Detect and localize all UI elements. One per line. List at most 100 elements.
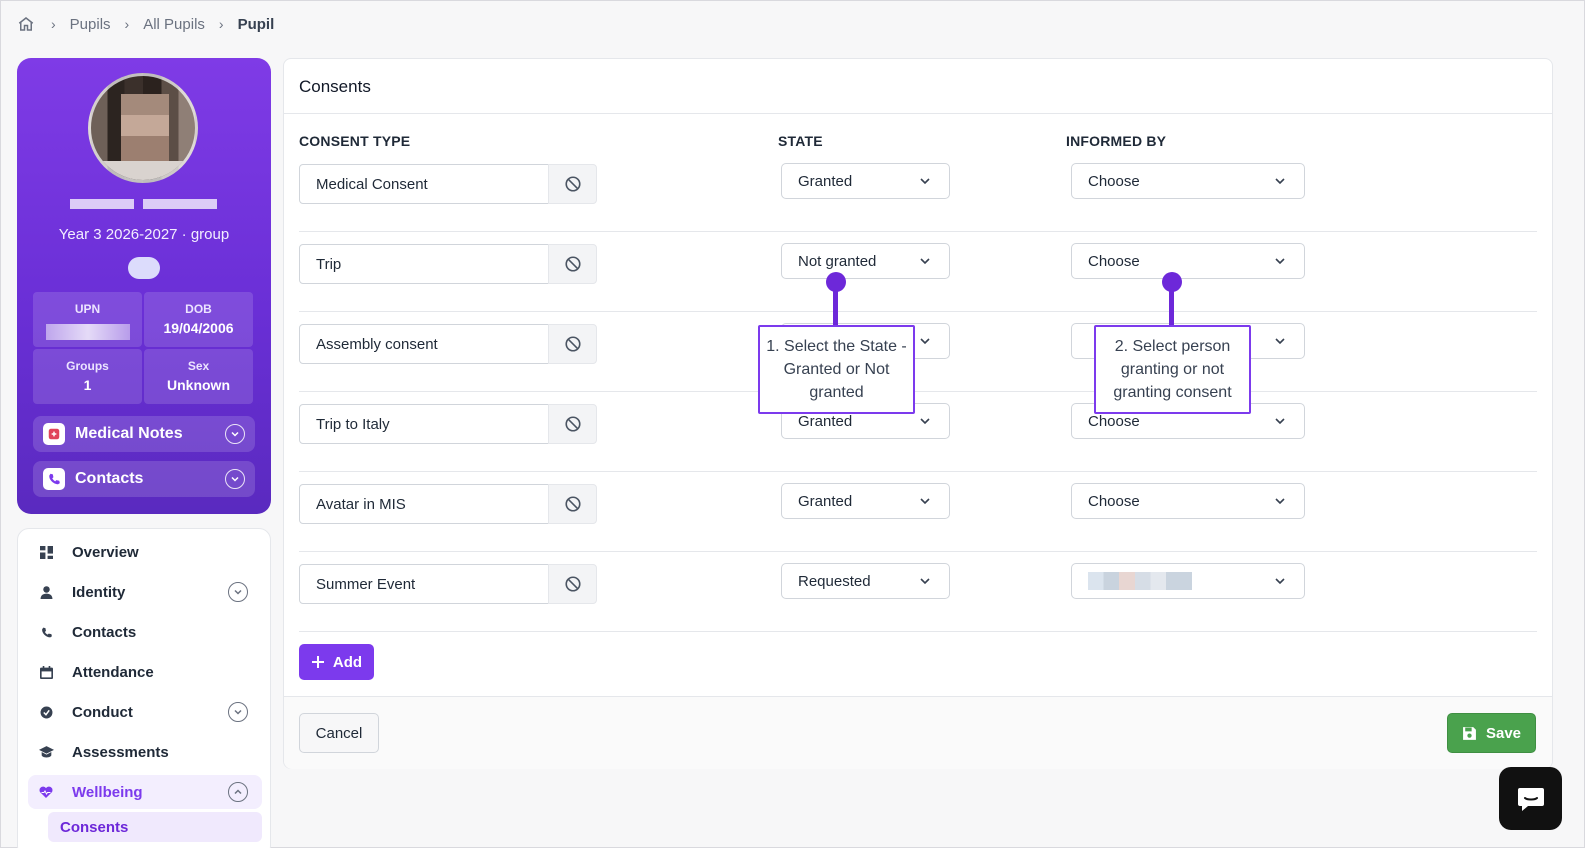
- divider: [299, 471, 1537, 472]
- sex-cell: Sex Unknown: [144, 349, 253, 404]
- state-select[interactable]: Requested: [781, 563, 950, 599]
- chevron-down-icon: [1275, 178, 1285, 185]
- calendar-icon: [38, 664, 54, 680]
- chevron-down-icon: [1275, 258, 1285, 265]
- nav-item-identity[interactable]: Identity: [28, 575, 262, 609]
- informed-by-select[interactable]: [1071, 563, 1305, 599]
- plus-icon: [311, 656, 324, 668]
- avatar: [88, 73, 198, 183]
- nav-subitem-consents[interactable]: Consents: [48, 812, 262, 842]
- pupil-name-redacted: [70, 199, 218, 213]
- contacts-accordion[interactable]: Contacts: [33, 461, 255, 497]
- user-icon: [38, 584, 54, 600]
- ban-icon[interactable]: [548, 404, 597, 444]
- heart-pulse-icon: [38, 784, 54, 800]
- medical-notes-accordion[interactable]: Medical Notes: [33, 416, 255, 452]
- consent-type-field[interactable]: Medical Consent: [299, 164, 549, 204]
- informed-by-select[interactable]: Choose: [1071, 163, 1305, 199]
- chevron-down-icon[interactable]: [225, 469, 245, 489]
- chevron-down-icon[interactable]: [225, 424, 245, 444]
- chevron-down-icon[interactable]: [228, 582, 248, 602]
- phone-icon: [38, 624, 54, 640]
- chevron-right-icon: ›: [218, 16, 224, 32]
- breadcrumb-pupils[interactable]: Pupils: [70, 16, 111, 33]
- chevron-down-icon: [920, 578, 930, 585]
- consent-type-field[interactable]: Summer Event: [299, 564, 549, 604]
- phone-icon: [43, 468, 65, 490]
- pupil-group: Year 3 2026-2027 · group: [58, 226, 230, 243]
- chat-icon: [1517, 787, 1544, 811]
- conduct-icon: [38, 704, 54, 720]
- pupil-info-grid: UPN DOB 19/04/2006 Groups 1 Sex Unknown: [33, 292, 255, 404]
- breadcrumb-all-pupils[interactable]: All Pupils: [143, 16, 205, 33]
- graduation-cap-icon: [38, 744, 54, 760]
- chevron-down-icon: [1275, 418, 1285, 425]
- consent-type-field[interactable]: Assembly consent: [299, 324, 549, 364]
- groups-cell: Groups 1: [33, 349, 142, 404]
- nav-item-attendance[interactable]: Attendance: [28, 655, 262, 689]
- upn-cell: UPN: [33, 292, 142, 347]
- consent-type-field[interactable]: Trip: [299, 244, 549, 284]
- chevron-right-icon: ›: [124, 16, 130, 32]
- nav-item-overview[interactable]: Overview: [28, 535, 262, 569]
- state-select[interactable]: Not granted: [781, 243, 950, 279]
- state-select[interactable]: Granted: [781, 163, 950, 199]
- breadcrumb: › Pupils › All Pupils › Pupil: [15, 11, 274, 37]
- ban-icon[interactable]: [548, 244, 597, 284]
- pupil-nav: Overview Identity Contacts Attendance Co…: [17, 528, 271, 848]
- state-select[interactable]: Granted: [781, 483, 950, 519]
- consent-type-field[interactable]: Avatar in MIS: [299, 484, 549, 524]
- chevron-down-icon: [920, 178, 930, 185]
- ban-icon[interactable]: [548, 484, 597, 524]
- add-button[interactable]: Add: [299, 644, 374, 680]
- nav-item-assessments[interactable]: Assessments: [28, 735, 262, 769]
- status-badge: [128, 257, 160, 279]
- divider: [299, 551, 1537, 552]
- nav-item-contacts[interactable]: Contacts: [28, 615, 262, 649]
- divider: [299, 631, 1537, 632]
- panel-footer: [284, 697, 1552, 769]
- divider: [299, 391, 1537, 392]
- ban-icon[interactable]: [548, 324, 597, 364]
- medical-icon: [43, 423, 65, 445]
- divider: [284, 113, 1552, 114]
- page-title: Consents: [299, 77, 371, 96]
- callout-line: [833, 286, 838, 327]
- consent-type-field[interactable]: Trip to Italy: [299, 404, 549, 444]
- divider: [299, 311, 1537, 312]
- consents-panel: Consents CONSENT TYPE STATE INFORMED BY …: [283, 58, 1553, 769]
- informed-by-select[interactable]: Choose: [1071, 483, 1305, 519]
- chevron-down-icon: [920, 258, 930, 265]
- column-header-consent-type: CONSENT TYPE: [299, 133, 411, 149]
- save-button[interactable]: Save: [1447, 713, 1536, 753]
- grid-icon: [38, 544, 54, 560]
- upn-value-redacted: [45, 324, 130, 340]
- chevron-up-icon[interactable]: [228, 782, 248, 802]
- dob-cell: DOB 19/04/2006: [144, 292, 253, 347]
- column-header-informed-by: INFORMED BY: [1066, 133, 1167, 149]
- home-icon[interactable]: [15, 13, 37, 35]
- chevron-right-icon: ›: [51, 16, 56, 32]
- chevron-down-icon[interactable]: [228, 702, 248, 722]
- cancel-button[interactable]: Cancel: [299, 713, 379, 753]
- ban-icon[interactable]: [548, 164, 597, 204]
- tutorial-callout-person: 2. Select person granting or not grantin…: [1094, 325, 1251, 414]
- informed-by-value-redacted: [1088, 572, 1192, 590]
- ban-icon[interactable]: [548, 564, 597, 604]
- chevron-down-icon: [1275, 498, 1285, 505]
- divider: [299, 231, 1537, 232]
- chevron-down-icon: [1275, 578, 1285, 585]
- nav-item-wellbeing[interactable]: Wellbeing: [28, 775, 262, 809]
- chevron-down-icon: [920, 338, 930, 345]
- pupil-profile-card: Year 3 2026-2027 · group UPN DOB 19/04/2…: [17, 58, 271, 514]
- floppy-disk-icon: [1463, 726, 1476, 740]
- tutorial-callout-state: 1. Select the State - Granted or Not gra…: [758, 325, 915, 414]
- chevron-down-icon: [920, 498, 930, 505]
- callout-line: [1169, 286, 1174, 327]
- informed-by-select[interactable]: Choose: [1071, 243, 1305, 279]
- breadcrumb-pupil: Pupil: [237, 15, 275, 33]
- nav-item-conduct[interactable]: Conduct: [28, 695, 262, 729]
- chat-launcher-button[interactable]: [1499, 767, 1562, 830]
- column-header-state: STATE: [778, 133, 823, 149]
- chevron-down-icon: [1275, 338, 1285, 345]
